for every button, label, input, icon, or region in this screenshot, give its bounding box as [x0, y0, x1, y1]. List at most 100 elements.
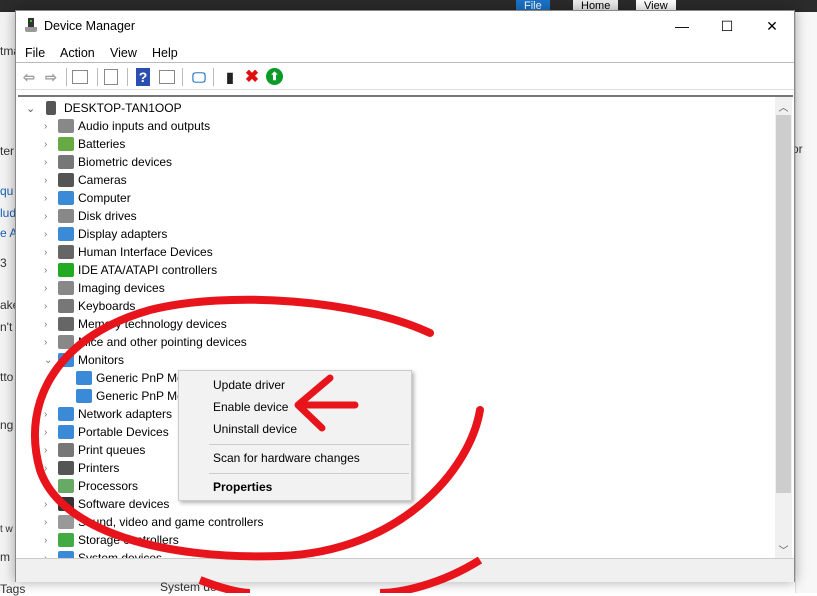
update-driver-icon[interactable]: ▮ — [221, 68, 239, 86]
scroll-down-button[interactable]: ﹀ — [775, 542, 792, 558]
chevron-down-icon[interactable]: ⌄ — [44, 355, 54, 366]
help-icon[interactable]: ? — [136, 68, 150, 86]
device-category-icon — [58, 155, 74, 169]
chevron-right-icon[interactable]: › — [44, 121, 54, 132]
tree-item[interactable]: › Display adapters — [44, 225, 167, 243]
tree-item[interactable]: › Batteries — [44, 135, 125, 153]
bg-text: 3 — [0, 256, 7, 270]
tree-item-label: Keyboards — [78, 299, 136, 313]
device-category-icon — [58, 479, 74, 493]
back-icon[interactable]: ⇦ — [20, 68, 38, 86]
chevron-right-icon[interactable]: › — [44, 463, 54, 474]
bg-text: m — [0, 550, 10, 564]
device-category-icon — [58, 173, 74, 187]
menu-item-uninstall-device[interactable]: Uninstall device — [213, 422, 297, 436]
menu-help[interactable]: Help — [152, 46, 178, 60]
device-category-icon — [58, 227, 74, 241]
menu-file[interactable]: File — [25, 46, 45, 60]
title-bar[interactable]: Device Manager — ☐ ✕ — [16, 11, 794, 41]
chevron-right-icon[interactable]: › — [44, 247, 54, 258]
console-tree-icon[interactable] — [72, 70, 88, 84]
minimize-button[interactable]: — — [659, 11, 705, 41]
chevron-right-icon[interactable]: › — [44, 481, 54, 492]
tree-item-label: Network adapters — [78, 407, 173, 421]
menu-separator — [209, 473, 409, 474]
action-pane-icon[interactable] — [159, 70, 175, 84]
menu-item-enable-device[interactable]: Enable device — [213, 400, 288, 414]
chevron-right-icon[interactable]: › — [44, 193, 54, 204]
toolbar-separator — [213, 68, 214, 86]
vertical-scrollbar[interactable]: ︿ ﹀ — [775, 97, 792, 558]
chevron-right-icon[interactable]: › — [44, 409, 54, 420]
tree-item[interactable]: › Mice and other pointing devices — [44, 333, 247, 351]
tree-item[interactable]: › Sound, video and game controllers — [44, 513, 263, 531]
chevron-right-icon[interactable]: › — [44, 211, 54, 222]
chevron-right-icon[interactable]: › — [44, 139, 54, 150]
tree-item[interactable]: › Disk drives — [44, 207, 137, 225]
uninstall-icon[interactable]: ✖ — [243, 67, 261, 86]
device-category-icon — [58, 551, 74, 558]
menu-item-update-driver[interactable]: Update driver — [213, 378, 285, 392]
enable-icon[interactable]: ⬆ — [266, 68, 283, 85]
tree-item-label: Memory technology devices — [78, 317, 227, 331]
maximize-button[interactable]: ☐ — [704, 11, 750, 41]
chevron-right-icon[interactable]: › — [44, 445, 54, 456]
chevron-right-icon[interactable]: › — [44, 157, 54, 168]
tree-item[interactable]: › Storage controllers — [44, 531, 179, 549]
menu-separator — [209, 444, 409, 445]
tree-item[interactable]: › Cameras — [44, 171, 127, 189]
scroll-thumb[interactable] — [776, 115, 791, 493]
tree-item[interactable]: › Human Interface Devices — [44, 243, 213, 261]
tree-item[interactable]: › Biometric devices — [44, 153, 172, 171]
chevron-right-icon[interactable]: › — [44, 427, 54, 438]
monitor-icon — [76, 389, 92, 403]
tree-item[interactable]: › Portable Devices — [44, 423, 169, 441]
tree-item-label: Software devices — [78, 497, 170, 511]
tree-item[interactable]: › Memory technology devices — [44, 315, 227, 333]
tree-item[interactable]: › Audio inputs and outputs — [44, 117, 210, 135]
device-category-icon — [58, 533, 74, 547]
tree-item[interactable]: › IDE ATA/ATAPI controllers — [44, 261, 217, 279]
tree-item[interactable]: › Imaging devices — [44, 279, 165, 297]
status-bar — [16, 558, 794, 582]
properties-icon[interactable] — [104, 69, 118, 85]
tree-item[interactable]: › Processors — [44, 477, 138, 495]
scan-hardware-icon[interactable]: 🖵 — [190, 68, 208, 86]
chevron-right-icon[interactable]: › — [44, 301, 54, 312]
tree-item[interactable]: › Printers — [44, 459, 119, 477]
tree-item[interactable]: › Network adapters — [44, 405, 172, 423]
tree-root[interactable]: ⌄ DESKTOP-TAN1OOP — [26, 99, 182, 117]
bg-system-devices: System dev — [160, 580, 223, 594]
background-window-left: tma ter qu lud e A 3 ake n't tto ng t w … — [0, 12, 25, 596]
bg-text: lud — [0, 206, 17, 220]
toolbar-separator — [97, 68, 98, 86]
chevron-right-icon[interactable]: › — [44, 175, 54, 186]
menu-item-properties[interactable]: Properties — [213, 480, 272, 494]
chevron-right-icon[interactable]: › — [44, 535, 54, 546]
device-category-icon — [58, 281, 74, 295]
menu-action[interactable]: Action — [60, 46, 95, 60]
device-category-icon — [58, 353, 74, 367]
tree-item-label: Display adapters — [78, 227, 168, 241]
chevron-right-icon[interactable]: › — [44, 265, 54, 276]
tree-item[interactable]: › Keyboards — [44, 297, 135, 315]
chevron-right-icon[interactable]: › — [44, 517, 54, 528]
forward-icon[interactable]: ⇨ — [42, 68, 60, 86]
tree-item[interactable]: ⌄ Monitors — [44, 351, 124, 369]
scroll-up-button[interactable]: ︿ — [775, 99, 792, 115]
chevron-right-icon[interactable]: › — [44, 319, 54, 330]
tree-item[interactable]: › Print queues — [44, 441, 145, 459]
tree-item-label: Monitors — [78, 353, 125, 367]
chevron-down-icon[interactable]: ⌄ — [26, 102, 44, 115]
chevron-right-icon[interactable]: › — [44, 499, 54, 510]
tree-item[interactable]: › Computer — [44, 189, 131, 207]
menu-view[interactable]: View — [110, 46, 137, 60]
tree-item[interactable]: › System devices — [44, 549, 162, 558]
tree-item[interactable]: › Software devices — [44, 495, 169, 513]
chevron-right-icon[interactable]: › — [44, 283, 54, 294]
chevron-right-icon[interactable]: › — [44, 229, 54, 240]
menu-item-scan-hardware[interactable]: Scan for hardware changes — [213, 451, 360, 465]
close-button[interactable]: ✕ — [749, 11, 795, 41]
chevron-right-icon[interactable]: › — [44, 337, 54, 348]
device-category-icon — [58, 299, 74, 313]
